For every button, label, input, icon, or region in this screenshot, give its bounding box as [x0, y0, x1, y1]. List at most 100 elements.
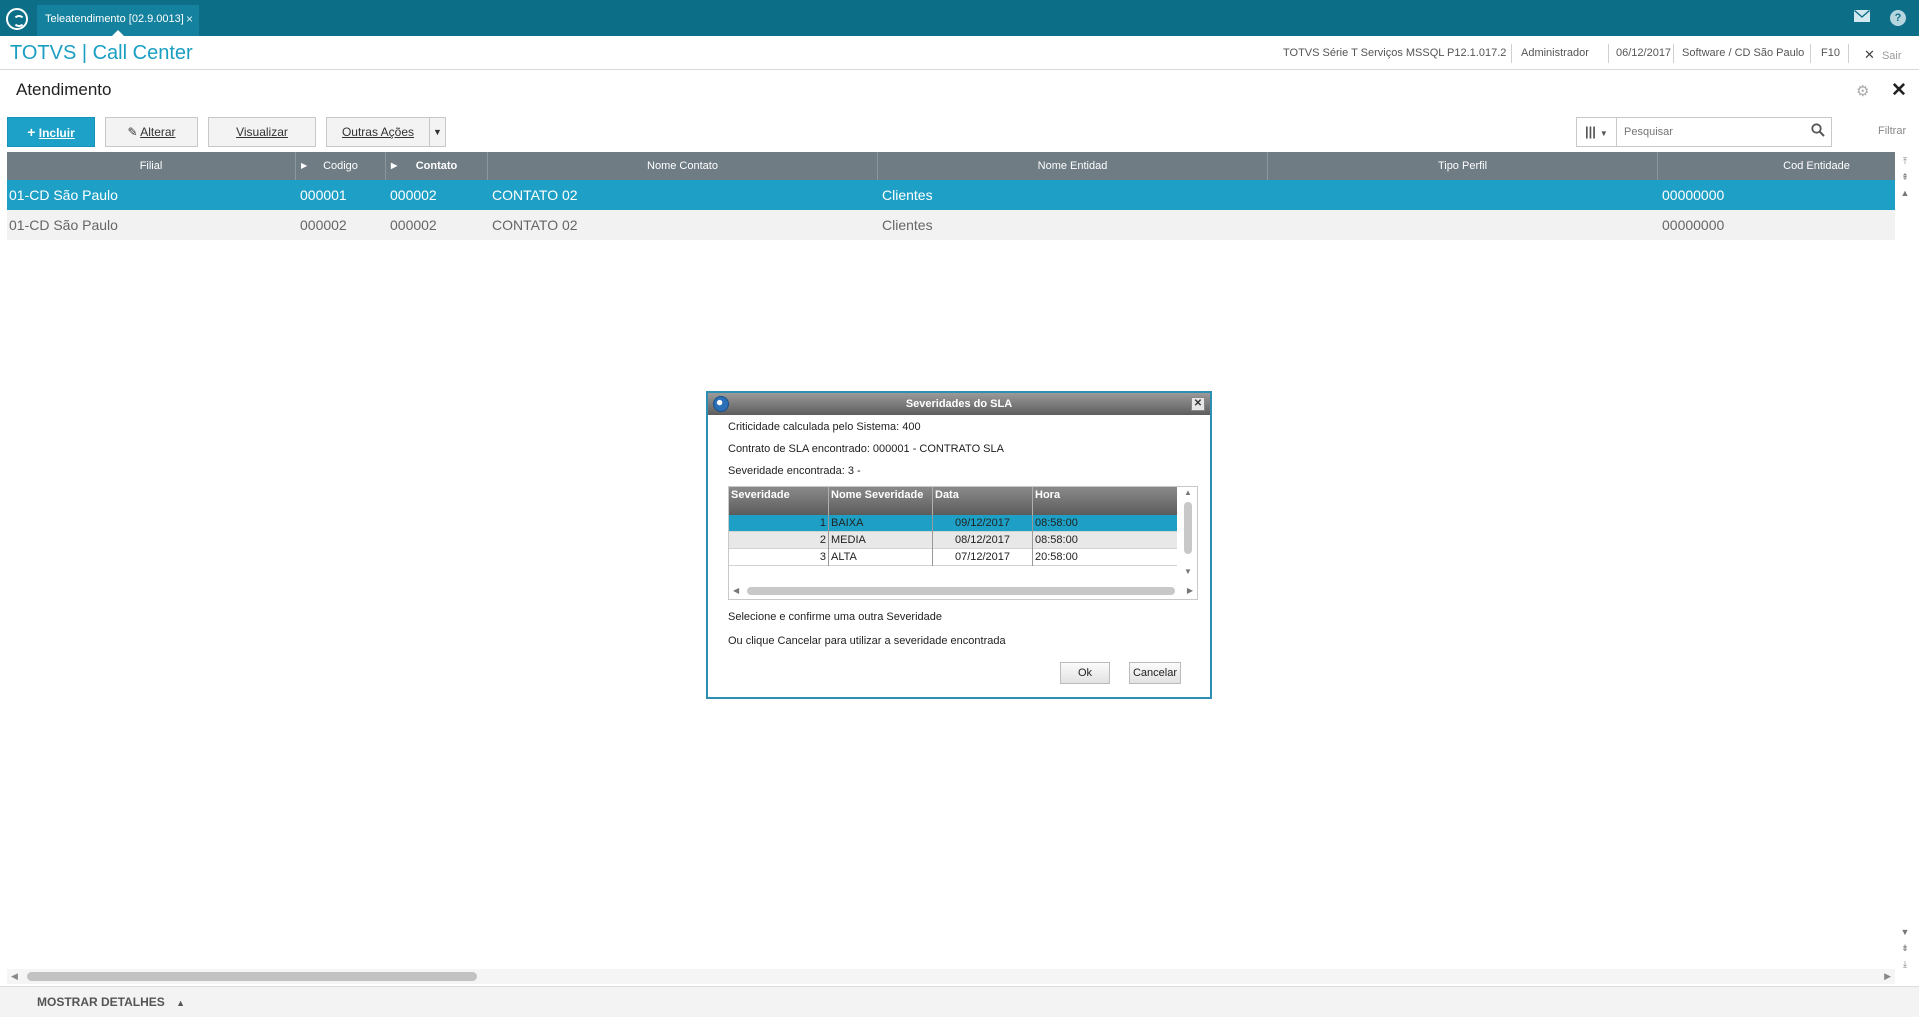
cell-nome: BAIXA [829, 515, 933, 532]
cell-cod-entidade: 00000000 [1662, 187, 1725, 203]
tab-label: Teleatendimento [02.9.0013] [45, 13, 184, 25]
ok-button[interactable]: Ok [1060, 662, 1110, 684]
col-hora[interactable]: Hora [1033, 487, 1177, 515]
severity-row[interactable]: 3 ALTA 07/12/2017 20:58:00 [729, 549, 1177, 566]
protheus-logo-icon [713, 396, 729, 412]
branch-info[interactable]: Software / CD São Paulo [1682, 47, 1804, 59]
incluir-button[interactable]: + Incluir [7, 117, 95, 147]
user-info[interactable]: Administrador [1521, 47, 1589, 59]
cell-codigo: 000002 [300, 217, 347, 233]
cell-hora: 08:58:00 [1035, 517, 1078, 529]
col-nome-contato[interactable]: Nome Contato [488, 152, 878, 180]
col-cod-entidade[interactable]: Cod Entidade [1658, 152, 1895, 180]
scroll-left-icon[interactable]: ◀ [733, 586, 739, 595]
page-title: Atendimento [16, 80, 112, 99]
sla-severity-dialog: Severidades do SLA ✕ Criticidade calcula… [706, 391, 1212, 699]
cell-data: 07/12/2017 [933, 549, 1033, 566]
mail-icon[interactable] [1853, 9, 1871, 27]
hint-select: Selecione e confirme uma outra Severidad… [728, 611, 943, 623]
cell-codigo: 000001 [300, 187, 347, 203]
filter-link[interactable]: Filtrar [1878, 125, 1906, 137]
dialog-close-icon[interactable]: ✕ [1191, 397, 1205, 411]
gear-icon[interactable]: ⚙ [1856, 82, 1869, 100]
col-nome-entidad[interactable]: Nome Entidad [878, 152, 1268, 180]
severity-row[interactable]: 1 BAIXA 09/12/2017 08:58:00 [729, 515, 1177, 532]
search-input[interactable] [1624, 123, 1794, 141]
scroll-bottom-icon[interactable]: ⤓ [1899, 957, 1911, 971]
search-box: ||| ▼ [1576, 117, 1832, 147]
scroll-down-icon[interactable]: ▼ [1184, 567, 1192, 576]
visualizar-label: Visualizar [236, 125, 288, 139]
scroll-thumb[interactable] [1184, 502, 1192, 554]
col-contato-label: Contato [415, 160, 458, 172]
details-label: MOSTRAR DETALHES [37, 995, 165, 1009]
grid-horizontal-scrollbar[interactable]: ◀ ▶ [7, 969, 1895, 984]
tab-close-icon[interactable]: × [186, 5, 193, 33]
cell-filial: 01-CD São Paulo [9, 187, 118, 203]
mostrar-detalhes-button[interactable]: MOSTRAR DETALHES ▲ [37, 995, 185, 1009]
search-icon[interactable] [1811, 123, 1825, 137]
col-filial-label: Filial [139, 160, 163, 172]
severity-horizontal-scrollbar[interactable]: ◀ ▶ [729, 584, 1197, 598]
col-codigo[interactable]: ▶ Codigo [296, 152, 386, 180]
cell-severidade: 1 [729, 515, 829, 532]
cell-nome-entidad: Clientes [882, 217, 933, 233]
columns-icon[interactable]: ||| ▼ [1577, 118, 1617, 146]
col-cod-entidade-label: Cod Entidade [1783, 160, 1850, 172]
exit-button[interactable]: ✕ Sair [1864, 47, 1902, 63]
scroll-page-up-icon[interactable]: ⇞ [1899, 170, 1911, 184]
col-contato[interactable]: ▶ Contato [386, 152, 488, 180]
criticidade-text: Criticidade calculada pelo Sistema: 400 [728, 421, 921, 433]
pencil-icon: ✎ [127, 125, 138, 139]
severity-grid: Severidade Nome Severidade Data Hora 1 B… [728, 486, 1198, 600]
scroll-thumb[interactable] [747, 587, 1175, 595]
header-separator [1511, 44, 1512, 63]
table-row[interactable]: 01-CD São Paulo 000002 000002 CONTATO 02… [7, 210, 1895, 240]
app-header: TOTVS | Call Center TOTVS Série T Serviç… [0, 36, 1919, 70]
scroll-up-icon[interactable]: ▲ [1899, 186, 1911, 200]
col-codigo-label: Codigo [323, 160, 358, 172]
scroll-up-icon[interactable]: ▲ [1184, 488, 1192, 497]
help-icon[interactable]: ? [1890, 10, 1906, 26]
col-severidade[interactable]: Severidade [729, 487, 829, 515]
scroll-thumb[interactable] [27, 972, 477, 981]
scroll-top-icon[interactable]: ⤒ [1899, 154, 1911, 168]
environment-info: TOTVS Série T Serviços MSSQL P12.1.017.2 [1283, 47, 1507, 59]
close-page-icon[interactable]: ✕ [1891, 79, 1907, 102]
caret-up-icon: ▲ [176, 998, 186, 1008]
visualizar-button[interactable]: Visualizar [208, 117, 316, 147]
scroll-down-icon[interactable]: ▼ [1899, 925, 1911, 939]
outras-acoes-button[interactable]: Outras Ações ▼ [326, 117, 446, 147]
shortcut-f10[interactable]: F10 [1821, 47, 1840, 59]
outras-acoes-label: Outras Ações [341, 125, 415, 139]
totvs-logo-icon[interactable] [6, 8, 28, 30]
cancel-button[interactable]: Cancelar [1129, 662, 1181, 684]
col-filial[interactable]: Filial [7, 152, 296, 180]
severity-vertical-scrollbar[interactable]: ▲ ▼ [1181, 487, 1195, 577]
scroll-right-icon[interactable]: ▶ [1884, 969, 1891, 984]
scroll-left-icon[interactable]: ◀ [11, 969, 18, 984]
dialog-title: Severidades do SLA [905, 398, 1013, 410]
sort-arrow-icon: ▶ [391, 161, 398, 170]
scroll-page-down-icon[interactable]: ⇟ [1899, 941, 1911, 955]
severity-row[interactable]: 2 MEDIA 08/12/2017 08:58:00 [729, 532, 1177, 549]
scroll-right-icon[interactable]: ▶ [1187, 586, 1193, 595]
details-bar: MOSTRAR DETALHES ▲ [0, 986, 1919, 1017]
header-separator [1673, 44, 1674, 63]
alterar-button[interactable]: ✎ Alterar [105, 117, 198, 147]
col-nome-severidade[interactable]: Nome Severidade [829, 487, 933, 515]
date-info[interactable]: 06/12/2017 [1616, 47, 1671, 59]
cell-data: 08/12/2017 [933, 532, 1033, 549]
grid-vertical-scrollbar[interactable]: ⤒ ⇞ ▲ ▼ ⇟ ⤓ [1896, 152, 1914, 984]
top-bar: Teleatendimento [02.9.0013] × ? [0, 0, 1919, 36]
cell-nome: ALTA [829, 549, 933, 566]
table-row[interactable]: 01-CD São Paulo 000001 000002 CONTATO 02… [7, 180, 1895, 210]
contrato-text: Contrato de SLA encontrado: 000001 - CON… [728, 443, 1004, 455]
col-nome-contato-label: Nome Contato [647, 160, 718, 172]
plus-icon: + [27, 124, 36, 140]
col-data[interactable]: Data [933, 487, 1033, 515]
col-tipo-perfil[interactable]: Tipo Perfil [1268, 152, 1658, 180]
grid-header: Filial ▶ Codigo ▶ Contato Nome Contato Nom… [7, 152, 1895, 180]
caret-down-icon[interactable]: ▼ [429, 118, 445, 146]
severity-grid-header: Severidade Nome Severidade Data Hora [729, 487, 1177, 515]
